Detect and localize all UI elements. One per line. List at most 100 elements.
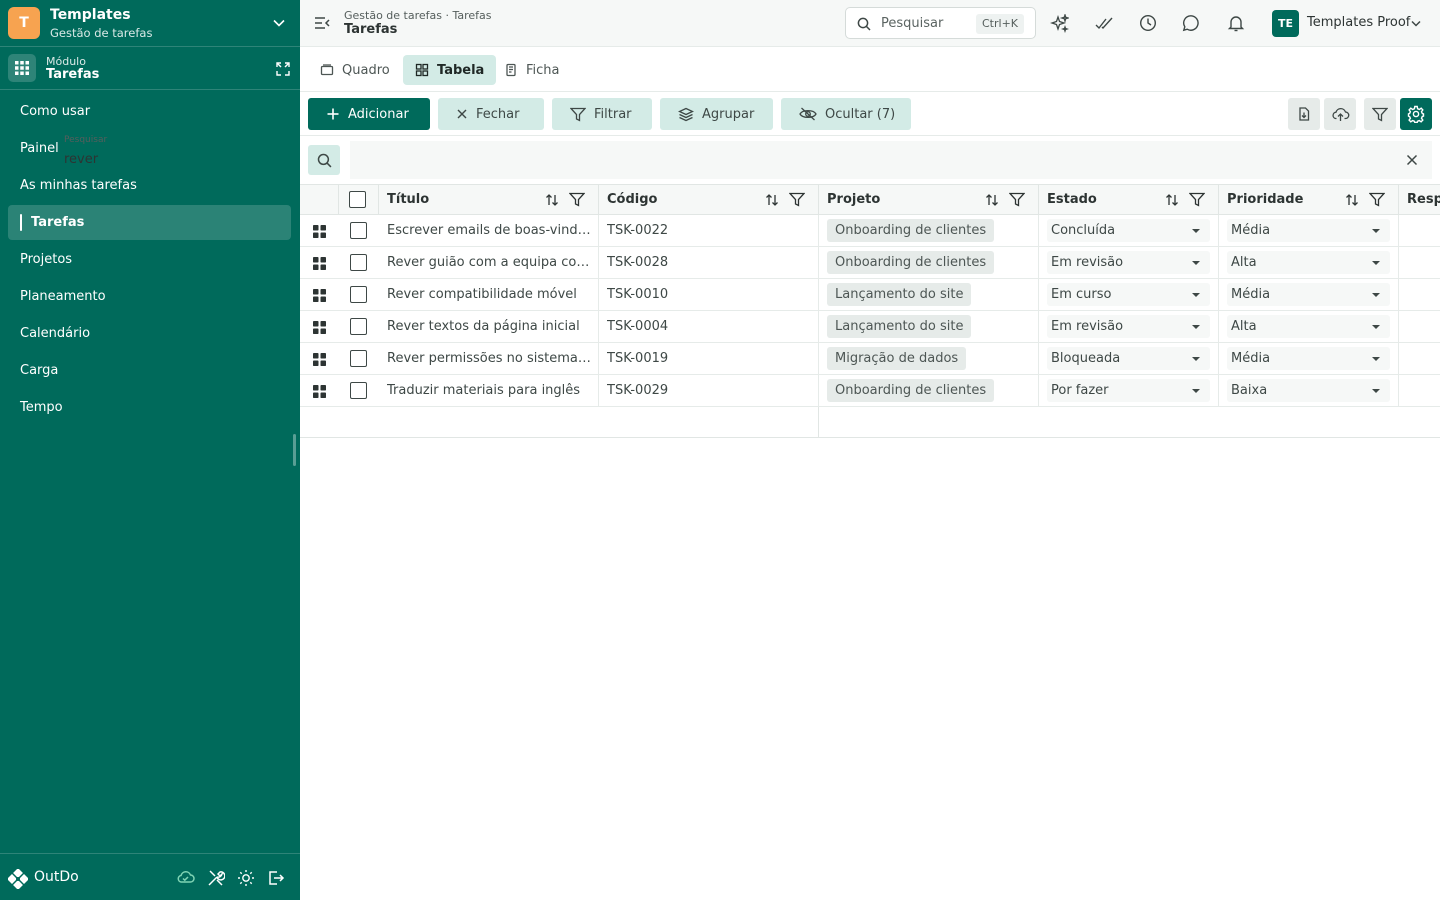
sun-icon[interactable] [237, 869, 255, 887]
project-chip[interactable]: Onboarding de clientes [827, 219, 995, 242]
table-row[interactable]: Rever textos da página inicial TSK-0004 … [300, 311, 1440, 343]
bell-icon[interactable] [1227, 14, 1245, 32]
sidebar-item-minhas-tarefas[interactable]: As minhas tarefas [8, 168, 291, 203]
project-chip[interactable]: Onboarding de clientes [827, 251, 995, 274]
tab-ficha[interactable]: Ficha [492, 55, 572, 85]
global-search[interactable]: Pesquisar Ctrl+K [845, 7, 1036, 39]
cell-prioridade[interactable]: Média [1219, 343, 1399, 374]
filter-toggle-button[interactable] [1364, 98, 1396, 130]
cell-codigo[interactable]: TSK-0004 [599, 311, 819, 342]
project-chip[interactable]: Migração de dados [827, 347, 967, 370]
menu-toggle-icon[interactable] [314, 16, 330, 30]
table-search-input[interactable] [350, 141, 1432, 179]
download-button[interactable] [1288, 98, 1320, 130]
cell-estado[interactable]: Em revisão [1039, 311, 1219, 342]
module-header[interactable]: Módulo Tarefas [0, 48, 300, 90]
cell-prioridade[interactable]: Média [1219, 215, 1399, 246]
row-checkbox[interactable] [350, 382, 367, 399]
priority-select[interactable]: Média [1227, 347, 1390, 370]
status-select[interactable]: Concluída [1047, 219, 1210, 242]
cell-estado[interactable]: Por fazer [1039, 375, 1219, 406]
cell-projeto[interactable]: Lançamento do site [819, 311, 1039, 342]
cell-projeto[interactable]: Onboarding de clientes [819, 247, 1039, 278]
cell-prioridade[interactable]: Alta [1219, 247, 1399, 278]
row-checkbox[interactable] [350, 222, 367, 239]
priority-select[interactable]: Média [1227, 219, 1390, 242]
cell-estado[interactable]: Concluída [1039, 215, 1219, 246]
column-header-titulo[interactable]: Título [379, 185, 599, 214]
settings-button[interactable] [1400, 98, 1432, 130]
row-checkbox[interactable] [350, 286, 367, 303]
column-header-codigo[interactable]: Código [599, 185, 819, 214]
status-select[interactable]: Em curso [1047, 283, 1210, 306]
tab-tabela[interactable]: Tabela [403, 55, 497, 85]
sort-icon[interactable] [1344, 192, 1360, 208]
project-chip[interactable]: Lançamento do site [827, 283, 972, 306]
cell-projeto[interactable]: Onboarding de clientes [819, 375, 1039, 406]
table-row[interactable]: Rever permissões no sistema novo TSK-001… [300, 343, 1440, 375]
priority-select[interactable]: Alta [1227, 315, 1390, 338]
cell-responsavel[interactable] [1399, 375, 1440, 406]
table-row[interactable]: Traduzir materiais para inglês TSK-0029 … [300, 375, 1440, 407]
sidebar-item-tarefas[interactable]: Tarefas [8, 205, 291, 240]
add-button[interactable]: Adicionar [308, 98, 430, 130]
cell-titulo[interactable]: Rever compatibilidade móvel [379, 279, 599, 310]
expand-icon[interactable] [276, 62, 290, 76]
row-checkbox[interactable] [350, 254, 367, 271]
column-header-prioridade[interactable]: Prioridade [1219, 185, 1399, 214]
cell-responsavel[interactable] [1399, 343, 1440, 374]
group-button[interactable]: Agrupar [660, 98, 773, 130]
cell-codigo[interactable]: TSK-0028 [599, 247, 819, 278]
cell-titulo[interactable]: Rever permissões no sistema novo [379, 343, 599, 374]
cell-titulo[interactable]: Traduzir materiais para inglês [379, 375, 599, 406]
status-select[interactable]: Bloqueada [1047, 347, 1210, 370]
row-checkbox[interactable] [350, 350, 367, 367]
priority-select[interactable]: Alta [1227, 251, 1390, 274]
cell-prioridade[interactable]: Média [1219, 279, 1399, 310]
workspace-switcher[interactable]: T Templates Gestão de tarefas [0, 0, 300, 47]
column-header-projeto[interactable]: Projeto [819, 185, 1039, 214]
status-select[interactable]: Em revisão [1047, 315, 1210, 338]
hide-fields-button[interactable]: Ocultar (7) [781, 98, 911, 130]
chevron-down-icon[interactable] [1410, 18, 1422, 30]
priority-select[interactable]: Baixa [1227, 379, 1390, 402]
filter-button[interactable]: Filtrar [552, 98, 652, 130]
cell-projeto[interactable]: Onboarding de clientes [819, 215, 1039, 246]
search-button[interactable] [308, 145, 340, 175]
cell-titulo[interactable]: Escrever emails de boas-vindas [379, 215, 599, 246]
sidebar-item-calendario[interactable]: Calendário [8, 316, 291, 351]
sidebar-item-planeamento[interactable]: Planeamento [8, 279, 291, 314]
sort-icon[interactable] [544, 192, 560, 208]
cell-estado[interactable]: Em revisão [1039, 247, 1219, 278]
cell-responsavel[interactable] [1399, 279, 1440, 310]
cell-projeto[interactable]: Migração de dados [819, 343, 1039, 374]
cell-titulo[interactable]: Rever textos da página inicial [379, 311, 599, 342]
logout-icon[interactable] [267, 869, 285, 887]
priority-select[interactable]: Média [1227, 283, 1390, 306]
row-checkbox[interactable] [350, 318, 367, 335]
cell-estado[interactable]: Bloqueada [1039, 343, 1219, 374]
cell-codigo[interactable]: TSK-0010 [599, 279, 819, 310]
cell-titulo[interactable]: Rever guião com a equipa comercial [379, 247, 599, 278]
sidebar-item-tempo[interactable]: Tempo [8, 390, 291, 425]
cell-codigo[interactable]: TSK-0019 [599, 343, 819, 374]
column-filter-icon[interactable] [569, 192, 585, 207]
close-button[interactable]: Fechar [438, 98, 544, 130]
column-filter-icon[interactable] [1369, 192, 1385, 207]
column-filter-icon[interactable] [789, 192, 805, 207]
cell-prioridade[interactable]: Alta [1219, 311, 1399, 342]
sidebar-item-como-usar[interactable]: Como usar [8, 94, 291, 129]
cell-codigo[interactable]: TSK-0022 [599, 215, 819, 246]
table-row[interactable]: Rever guião com a equipa comercial TSK-0… [300, 247, 1440, 279]
chevron-down-icon[interactable] [272, 16, 286, 30]
project-chip[interactable]: Lançamento do site [827, 315, 972, 338]
upload-button[interactable] [1324, 98, 1356, 130]
sidebar-item-projetos[interactable]: Projetos [8, 242, 291, 277]
column-header-estado[interactable]: Estado [1039, 185, 1219, 214]
column-header-responsavel[interactable]: Responsável [1399, 185, 1440, 214]
clock-icon[interactable] [1139, 14, 1157, 32]
cell-responsavel[interactable] [1399, 311, 1440, 342]
sort-icon[interactable] [1164, 192, 1180, 208]
cell-projeto[interactable]: Lançamento do site [819, 279, 1039, 310]
double-check-icon[interactable] [1095, 14, 1114, 33]
